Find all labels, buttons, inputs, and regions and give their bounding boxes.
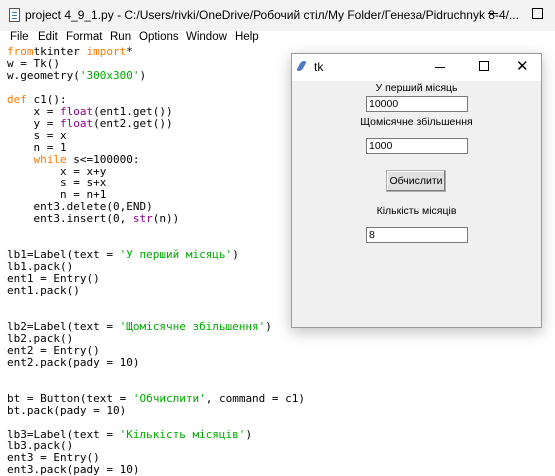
label-monthly-increase: Щомісячне збільшення xyxy=(360,116,473,128)
code-token: ent3.insert(0, xyxy=(7,212,133,226)
menu-help[interactable]: Help xyxy=(235,31,259,43)
code-line[interactable]: ent1.pack() xyxy=(7,285,305,297)
menu-options[interactable]: Options xyxy=(139,31,179,43)
editor-titlebar[interactable]: project 4_9_1.py - C:/Users/rivki/OneDri… xyxy=(0,0,555,31)
code-token: ) xyxy=(232,248,239,262)
code-token: w.geometry( xyxy=(7,68,80,82)
minimize-button[interactable] xyxy=(488,13,498,14)
code-token: (ent2.get()) xyxy=(93,116,173,130)
code-token: '300x300' xyxy=(79,68,140,82)
code-text[interactable]: fromtkinter import* w = Tk() w.geometry('3… xyxy=(7,46,305,476)
code-token: 'Щомісячне збільшення' xyxy=(119,319,266,333)
maximize-button[interactable] xyxy=(532,8,543,19)
code-token: str xyxy=(132,212,153,226)
code-line[interactable]: ​ xyxy=(7,225,305,237)
label-first-month: У перший місяць xyxy=(375,82,458,94)
label-month-count: Кількість місяців xyxy=(376,205,457,217)
code-line[interactable]: ent3.pack(pady = 10) xyxy=(7,464,305,476)
code-line[interactable]: w.geometry('300x300') xyxy=(7,68,305,82)
code-line[interactable]: ent3.insert(0, str(n)) xyxy=(7,213,305,225)
code-token: ) xyxy=(265,319,272,333)
code-token: , command = c1) xyxy=(205,391,306,405)
calculate-button[interactable]: Обчислити xyxy=(386,170,446,192)
tk-minimize-button[interactable] xyxy=(435,67,445,68)
tk-maximize-button[interactable] xyxy=(479,61,489,71)
code-token: 'Обчислити' xyxy=(132,391,206,405)
menu-format[interactable]: Format xyxy=(66,31,102,43)
code-line[interactable]: ​ xyxy=(7,297,305,309)
code-token: ent1.pack() xyxy=(7,284,80,298)
code-token: ent3.pack(pady = 10) xyxy=(7,463,140,476)
menu-bar: File Edit Format Run Options Window Help xyxy=(0,31,555,46)
python-file-icon xyxy=(9,8,20,22)
code-token: 'Кількість місяців' xyxy=(119,427,246,441)
code-token: ) xyxy=(245,427,253,441)
code-token: * xyxy=(126,45,133,58)
tk-close-button[interactable]: ✕ xyxy=(516,56,529,76)
menu-run[interactable]: Run xyxy=(110,31,131,43)
entry-monthly-increase[interactable]: 1000 xyxy=(366,138,468,154)
tk-feather-icon xyxy=(296,59,307,73)
code-token: bt.pack(pady = 10) xyxy=(7,403,127,417)
code-line[interactable]: ent2.pack(pady = 10) xyxy=(7,355,305,369)
code-line[interactable]: bt.pack(pady = 10) xyxy=(7,403,305,417)
tk-window: tk ✕ У перший місяць 10000 Щомісячне збі… xyxy=(291,53,542,328)
code-token: 'У перший місяць' xyxy=(119,248,233,262)
entry-month-count[interactable]: 8 xyxy=(366,227,468,243)
code-token: ent2.pack(pady = 10) xyxy=(7,355,140,369)
editor-window-title: project 4_9_1.py - C:/Users/rivki/OneDri… xyxy=(25,8,519,22)
menu-file[interactable]: File xyxy=(10,31,29,43)
menu-window[interactable]: Window xyxy=(186,31,227,43)
tk-titlebar[interactable]: tk ✕ xyxy=(292,54,541,81)
code-token: ) xyxy=(139,68,147,82)
code-line[interactable]: ​ xyxy=(7,369,305,381)
code-token: (n)) xyxy=(152,212,180,226)
entry-first-month[interactable]: 10000 xyxy=(366,96,468,112)
code-token: import xyxy=(79,45,127,58)
tk-window-title: tk xyxy=(314,60,324,74)
menu-edit[interactable]: Edit xyxy=(38,31,58,43)
